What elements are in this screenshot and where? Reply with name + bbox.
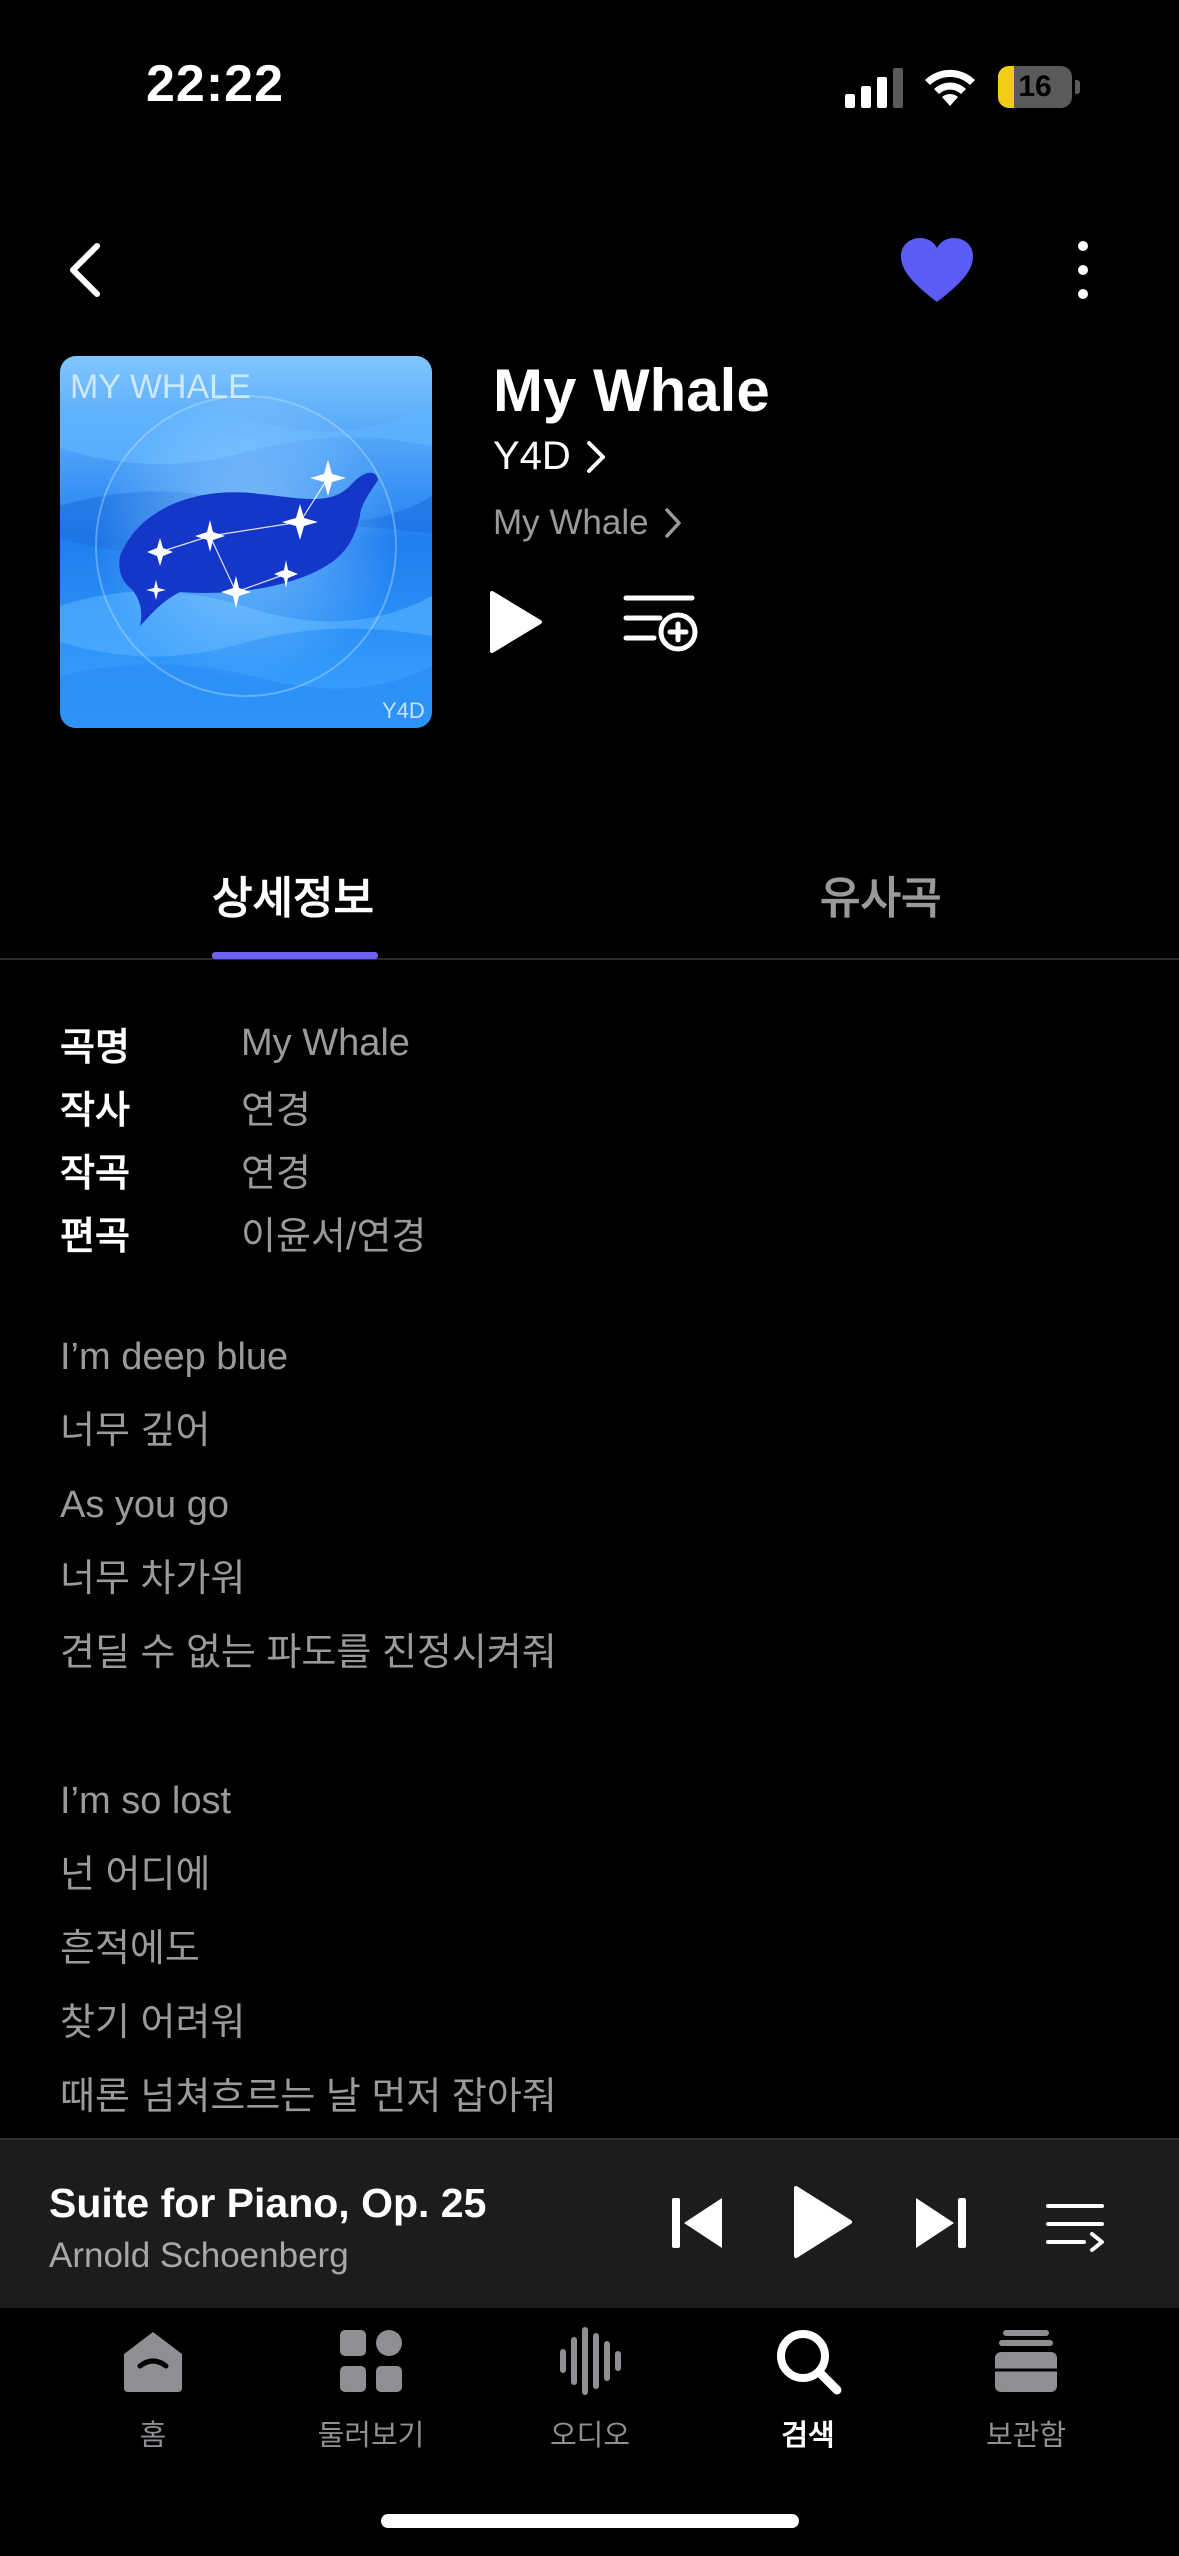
browse-grid-icon	[340, 2330, 402, 2392]
lyric-line: I’m so lost	[60, 1780, 232, 1822]
mini-player[interactable]: Suite for Piano, Op. 25 Arnold Schoenber…	[0, 2138, 1179, 2308]
artist-name: Y4D	[493, 434, 571, 478]
lyric-line: 너무 깊어	[60, 1410, 211, 1452]
album-art[interactable]: MY WHALE Y4D	[60, 356, 432, 728]
lyric-line: 찾기 어려워	[60, 2002, 246, 2044]
info-value: 연경	[241, 1153, 311, 1195]
lyric-line: 흔적에도	[60, 1928, 200, 1970]
tab-audio[interactable]: 오디오	[490, 2322, 690, 2472]
info-key: 작곡	[60, 1153, 130, 1195]
tab-details[interactable]: 상세정보	[212, 862, 374, 926]
album-art-title: MY WHALE	[70, 368, 251, 406]
home-indicator[interactable]	[381, 2514, 799, 2528]
song-title: My Whale	[493, 357, 770, 424]
audio-waveform-icon	[560, 2327, 621, 2395]
tab-audio-label: 오디오	[549, 2420, 631, 2452]
tab-library[interactable]: 보관함	[926, 2322, 1126, 2472]
lyric-line: I’m deep blue	[60, 1336, 289, 1378]
home-icon	[124, 2332, 182, 2392]
tab-home-label: 홈	[139, 2420, 167, 2452]
lyric-line: 때론 넘쳐흐르는 날 먼저 잡아줘	[60, 2076, 557, 2118]
chevron-left-icon	[70, 243, 100, 297]
more-options-button[interactable]	[1050, 230, 1116, 310]
heart-icon	[901, 238, 973, 302]
status-time: 22:22	[146, 55, 284, 113]
mini-play-icon[interactable]	[790, 2182, 856, 2262]
detail-tabs: 상세정보 유사곡	[0, 840, 1179, 960]
add-to-playlist-button[interactable]	[622, 588, 700, 658]
album-art-image: MY WHALE Y4D	[60, 356, 432, 728]
song-info-table: 곡명 My Whale 작사 연경 작곡 연경 편곡 이윤서/연경	[60, 1012, 426, 1264]
tab-home[interactable]: 홈	[53, 2322, 253, 2472]
library-icon	[995, 2330, 1057, 2392]
play-button[interactable]	[488, 578, 554, 666]
artist-link[interactable]: Y4D	[493, 434, 607, 479]
info-value: 연경	[241, 1090, 311, 1132]
info-value: 이윤서/연경	[241, 1216, 427, 1258]
lyrics: I’m deep blue 너무 깊어 As you go 너무 차가워 견딜 …	[60, 1320, 557, 2134]
more-vertical-icon	[1078, 241, 1088, 299]
back-button[interactable]	[50, 230, 120, 310]
album-link[interactable]: My Whale	[493, 503, 683, 543]
now-playing-artist[interactable]: Arnold Schoenberg	[49, 2236, 349, 2276]
nav-row	[0, 220, 1179, 320]
next-track-icon[interactable]	[910, 2190, 970, 2256]
lyric-line: 넌 어디에	[60, 1854, 211, 1896]
lyric-stanza-break	[60, 1690, 557, 1764]
album-name: My Whale	[493, 503, 649, 542]
lyric-line: 견딜 수 없는 파도를 진정시켜줘	[60, 1632, 557, 1674]
queue-list-icon[interactable]	[1044, 2194, 1106, 2254]
battery-level: 16	[1018, 70, 1052, 103]
chevron-right-icon	[586, 440, 605, 473]
tab-browse[interactable]: 둘러보기	[271, 2322, 471, 2472]
like-button[interactable]	[892, 230, 982, 310]
active-tab-indicator	[212, 952, 378, 959]
search-icon	[777, 2330, 842, 2395]
info-value: My Whale	[241, 1022, 410, 1064]
info-row-arranger: 편곡 이윤서/연경	[60, 1201, 426, 1264]
now-playing-title[interactable]: Suite for Piano, Op. 25	[49, 2180, 486, 2227]
info-row-composer: 작곡 연경	[60, 1138, 426, 1201]
playlist-add-icon	[623, 595, 698, 652]
battery-indicator: 16	[998, 66, 1080, 108]
info-row-title: 곡명 My Whale	[60, 1012, 426, 1075]
lyric-line: As you go	[60, 1484, 229, 1526]
info-key: 편곡	[60, 1216, 130, 1258]
wifi-icon	[925, 69, 975, 106]
info-key: 곡명	[60, 1027, 130, 1069]
play-icon	[490, 591, 542, 653]
tab-similar-songs[interactable]: 유사곡	[820, 862, 941, 926]
previous-track-icon[interactable]	[668, 2190, 728, 2256]
chevron-right-icon	[664, 508, 681, 538]
status-bar: 22:22 16	[0, 0, 1179, 170]
tab-library-label: 보관함	[985, 2420, 1067, 2452]
tab-search[interactable]: 검색	[708, 2322, 908, 2472]
info-key: 작사	[60, 1090, 130, 1132]
cellular-signal-icon	[845, 68, 903, 108]
info-row-lyricist: 작사 연경	[60, 1075, 426, 1138]
lyric-line: 너무 차가워	[60, 1558, 246, 1600]
tab-search-label: 검색	[781, 2420, 835, 2452]
tab-browse-label: 둘러보기	[317, 2420, 425, 2452]
album-art-signature: Y4D	[382, 698, 425, 723]
